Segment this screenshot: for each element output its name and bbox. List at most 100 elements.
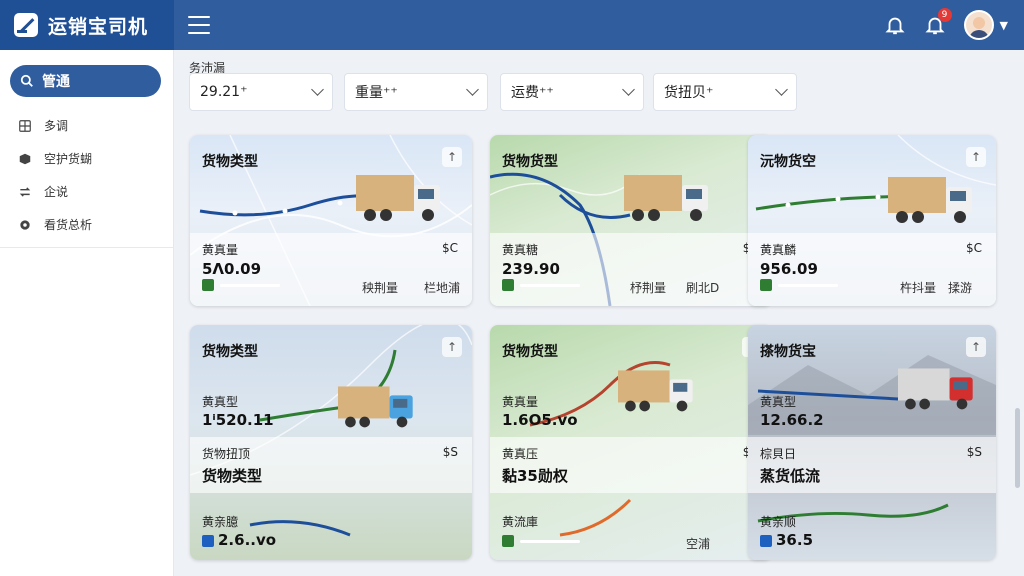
cargo-card-6[interactable]: 搽物货宝 ↑ 黄真型 12.66.2 棕貝日 $S 蒸货低流 黄亲顺 36.5	[748, 325, 996, 560]
card-value: 5Ʌ0.09	[202, 260, 262, 278]
card-bottom-label: 黄流庫	[502, 515, 539, 529]
card-title: 货物类型	[202, 344, 258, 360]
chevron-down-icon	[775, 83, 788, 96]
card-bottom-label: 黄亲臆	[202, 515, 239, 529]
top-header: 运销宝司机 9 ▼	[0, 0, 1024, 50]
card-foot-1: 杼荆量	[630, 281, 667, 295]
sidebar-item-1[interactable]: 多调	[0, 109, 173, 142]
card-value: 239.90	[502, 260, 560, 278]
card-label: 黄真型	[760, 395, 797, 409]
card-sub-title: 黏35勋权	[502, 467, 568, 485]
sidebar-item-label: 企说	[44, 185, 69, 199]
progress-track	[520, 284, 580, 287]
sidebar-item-4[interactable]: 看货总析	[0, 208, 173, 241]
chevron-down-icon	[311, 83, 324, 96]
gear-icon	[20, 219, 30, 230]
filter-select-1[interactable]: 29.21⁺	[189, 73, 333, 111]
card-value: 1.6O5.vo	[502, 411, 578, 429]
sidebar-item-3[interactable]: 企说	[0, 175, 173, 208]
filter-value: 货扭贝⁺	[664, 85, 714, 101]
app-title: 运销宝司机	[48, 15, 149, 38]
arrow-up-icon[interactable]: ↑	[966, 337, 986, 357]
search-icon	[20, 74, 33, 87]
logo-icon	[14, 13, 38, 37]
sidebar: 管通 多调 空护货蝴 企说 看货总析	[0, 50, 174, 576]
card-foot-1: 杵抖量	[900, 281, 937, 295]
card-foot-2: 空浦	[686, 537, 711, 551]
card-sub-unit: $S	[442, 445, 458, 459]
sidebar-item-label: 看货总析	[44, 218, 93, 232]
card-foot-2: 栏地浦	[424, 281, 461, 295]
card-title: 沅物货空	[760, 154, 816, 170]
arrow-up-icon[interactable]: ↑	[442, 337, 462, 357]
grid-icon	[19, 119, 31, 132]
brand[interactable]: 运销宝司机	[0, 0, 174, 50]
chevron-down-icon[interactable]: ▼	[1000, 19, 1008, 32]
status-chip	[502, 279, 514, 291]
user-avatar[interactable]	[963, 10, 994, 40]
status-chip	[202, 279, 214, 291]
arrow-up-icon[interactable]: ↑	[442, 147, 462, 167]
card-bottom-value: 2.6..vo	[218, 531, 277, 549]
chevron-down-icon	[622, 83, 635, 96]
filter-value: 运费⁺⁺	[511, 85, 554, 101]
arrow-up-icon[interactable]: ↑	[966, 147, 986, 167]
bell-icon[interactable]	[884, 14, 906, 36]
page-scrollbar[interactable]	[1015, 408, 1020, 488]
menu-toggle-button[interactable]	[188, 16, 210, 34]
card-bottom-value: 36.5	[776, 531, 814, 549]
cargo-card-4[interactable]: 货物类型 ↑ 黄真型 1ⁱ520.11 货物扭顶 $S 货物类型 黄亲臆 2.6…	[190, 325, 472, 560]
filter-select-2[interactable]: 重量⁺⁺	[344, 73, 488, 111]
truck-image	[888, 171, 978, 231]
notification-icon[interactable]: 9	[924, 8, 952, 36]
box-icon	[19, 153, 31, 164]
status-chip	[760, 279, 772, 291]
chevron-down-icon	[466, 83, 479, 96]
card-label: 黄真量	[502, 395, 539, 409]
card-label: 黄真糖	[502, 243, 539, 257]
cargo-card-3[interactable]: 沅物货空 ↑ 黄真麟 $C 956.09 杵抖量 揉游	[748, 135, 996, 306]
status-chip	[502, 535, 514, 547]
cargo-card-1[interactable]: 货物类型 ↑ 黄真量 $C 5Ʌ0.09 秧荆量 栏地浦	[190, 135, 472, 306]
progress-track	[520, 540, 580, 543]
progress-track	[220, 284, 280, 287]
card-title: 货物货型	[502, 344, 558, 360]
card-unit: $C	[965, 241, 982, 255]
header-actions: 9 ▼	[884, 8, 1024, 40]
card-value: 956.09	[760, 260, 818, 278]
card-label: 黄真型	[202, 395, 239, 409]
sidebar-item-2[interactable]: 空护货蝴	[0, 142, 173, 175]
truck-image	[898, 363, 978, 417]
cargo-card-5[interactable]: 货物货型 ↑ 黄真量 1.6O5.vo 黄真压 $S 黏35勋权 黄流庫 空浦	[490, 325, 772, 560]
card-label: 黄真麟	[760, 243, 797, 257]
truck-image	[624, 169, 714, 229]
card-sub-label: 棕貝日	[760, 447, 797, 461]
card-foot-1: 秧荆量	[362, 281, 399, 295]
sidebar-item-label: 多调	[44, 119, 69, 133]
card-foot-2: 揉游	[948, 281, 973, 295]
sidebar-search-button[interactable]: 管通	[10, 65, 161, 97]
sidebar-search-label: 管通	[42, 74, 70, 90]
sidebar-divider	[0, 247, 173, 248]
cargo-card-2[interactable]: 货物货型 黄真糖 $S 239.90 杼荆量 刷北D	[490, 135, 772, 306]
truck-image	[338, 381, 418, 435]
card-sub-title: 货物类型	[202, 467, 263, 485]
filter-select-3[interactable]: 运费⁺⁺	[500, 73, 644, 111]
progress-track	[778, 284, 838, 287]
filter-value: 29.21⁺	[200, 84, 248, 100]
card-title: 货物货型	[502, 154, 558, 170]
sidebar-item-label: 空护货蝴	[44, 152, 93, 166]
transfer-icon	[19, 186, 31, 197]
status-chip	[760, 535, 772, 547]
card-label: 黄真量	[202, 243, 239, 257]
card-title: 搽物货宝	[760, 344, 816, 360]
truck-image	[356, 169, 446, 229]
card-sub-unit: $S	[966, 445, 982, 459]
notification-badge: 9	[937, 8, 952, 22]
filter-select-4[interactable]: 货扭贝⁺	[653, 73, 797, 111]
filter-value: 重量⁺⁺	[355, 85, 398, 101]
card-bottom-label: 黄亲顺	[760, 515, 797, 529]
card-foot-2: 刷北D	[686, 281, 720, 295]
card-sub-label: 货物扭顶	[202, 447, 251, 461]
card-unit: $C	[441, 241, 458, 255]
